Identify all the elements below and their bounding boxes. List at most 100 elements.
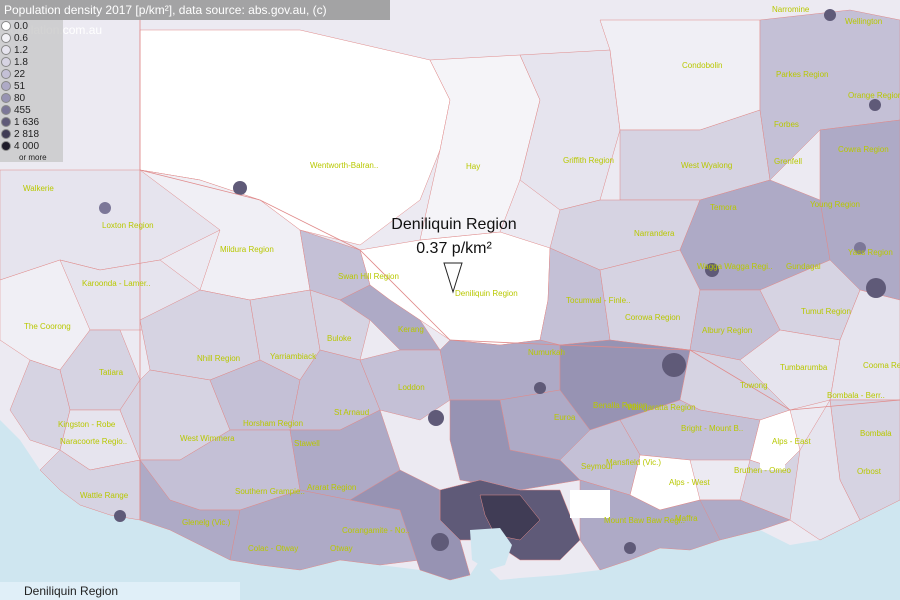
- map-legend: 0.0 0.6 1.2 1.8 22 51 80 455 1 636 2 818…: [0, 20, 63, 162]
- legend-label: 0.0: [14, 20, 28, 32]
- legend-label: 22: [14, 68, 26, 80]
- tooltip-density-value: 0.37 p/km²: [416, 240, 492, 257]
- legend-label: 51: [14, 80, 26, 92]
- region-label: Yarriambiack: [270, 352, 317, 361]
- legend-item: 51: [1, 80, 25, 92]
- region-label: Towong: [740, 381, 768, 390]
- region-label: Ararat Region: [307, 483, 357, 492]
- region-label: Buloke: [327, 334, 352, 343]
- region-label: Wangaratta Region: [627, 403, 696, 412]
- region-condobolin[interactable]: [599, 19, 761, 131]
- mount-gambier-area: [114, 510, 126, 522]
- region-label: Mansfield (Vic.): [606, 458, 661, 467]
- region-label: Alps - East: [772, 437, 811, 446]
- geelong-area: [431, 533, 449, 551]
- shepparton-area: [662, 353, 686, 377]
- legend-swatch: [1, 45, 11, 55]
- region-label: West Wimmera: [180, 434, 235, 443]
- traralgon-area: [624, 542, 636, 554]
- region-label: Young Region: [810, 200, 860, 209]
- region-label: Maffra: [675, 514, 698, 523]
- region-label: Wentworth-Balran..: [310, 161, 379, 170]
- legend-item: 0.0: [1, 20, 28, 32]
- echuca-area: [534, 382, 546, 394]
- region-label: Naracoorte Regio..: [60, 437, 128, 446]
- region-label: Wagga Wagga Regi..: [697, 262, 773, 271]
- map-title: Population density 2017 [p/km²], data so…: [0, 0, 390, 37]
- region-label: Tumut Region: [801, 307, 851, 316]
- region-label: Narrandera: [634, 229, 675, 238]
- legend-item: 22: [1, 68, 25, 80]
- region-label: Corangamite - No..: [342, 526, 410, 535]
- region-label: Karoonda - Lamer..: [82, 279, 151, 288]
- choropleth-map[interactable]: [0, 0, 900, 600]
- legend-label: 1.2: [14, 44, 28, 56]
- region-label: Glenelg (Vic.): [182, 518, 231, 527]
- region-label: Seymour: [581, 462, 614, 471]
- region-label: Gundagai: [786, 262, 821, 271]
- tooltip-pointer-icon: [443, 262, 463, 294]
- legend-item: 1.2: [1, 44, 28, 56]
- legend-label: 80: [14, 92, 26, 104]
- region-label: Tocumwal - Finle..: [566, 296, 631, 305]
- region-label: Kingston - Robe: [58, 420, 116, 429]
- region-label: Stawell: [294, 439, 320, 448]
- region-label: Yass Region: [848, 248, 893, 257]
- region-label: Bombala: [860, 429, 892, 438]
- legend-more-label: or more: [19, 153, 47, 162]
- legend-item: 455: [1, 104, 31, 116]
- region-label: Condobolin: [682, 61, 723, 70]
- legend-label: 4 000: [14, 140, 40, 152]
- legend-swatch: [1, 57, 11, 67]
- legend-swatch: [1, 33, 11, 43]
- region-label: Bright - Mount B..: [681, 424, 744, 433]
- region-label: Grenfell: [774, 157, 803, 166]
- legend-label: 1.8: [14, 56, 28, 68]
- region-label: The Coorong: [24, 322, 71, 331]
- orange-area: [869, 99, 881, 111]
- legend-label: 455: [14, 104, 31, 116]
- region-label: Bombala - Berr..: [827, 391, 885, 400]
- region-label: Parkes Region: [776, 70, 829, 79]
- region-label: Alps - West: [669, 478, 710, 487]
- region-label: Orbost: [857, 467, 882, 476]
- legend-label: 0.6: [14, 32, 28, 44]
- canberra-area: [866, 278, 886, 298]
- region-label: Deniliquin Region: [455, 289, 518, 298]
- region-label: Griffith Region: [563, 156, 614, 165]
- region-label: Mildura Region: [220, 245, 274, 254]
- legend-swatch: [1, 21, 11, 31]
- region-label: Colac - Otway: [248, 544, 299, 553]
- renmark-area: [99, 202, 111, 214]
- legend-swatch: [1, 81, 11, 91]
- white-patch: [570, 490, 610, 518]
- dubbo-area: [824, 9, 836, 21]
- region-label: Mount Baw Baw Regi..: [604, 516, 685, 525]
- legend-swatch: [1, 93, 11, 103]
- region-label: Otway: [330, 544, 353, 553]
- region-label: Walkerie: [23, 184, 54, 193]
- region-label: West Wyalong: [681, 161, 733, 170]
- legend-item: 4 000: [1, 140, 39, 152]
- region-label: Cowra Region: [838, 145, 889, 154]
- region-label: Albury Region: [702, 326, 753, 335]
- bendigo-area: [428, 410, 444, 426]
- legend-swatch: [1, 117, 11, 127]
- legend-swatch: [1, 141, 11, 151]
- region-label: Cooma Region: [863, 361, 900, 370]
- region-label: Swan Hill Region: [338, 272, 399, 281]
- region-label: Kerang: [398, 325, 424, 334]
- tooltip-region-name: Deniliquin Region: [391, 216, 517, 233]
- region-label: Euroa: [554, 413, 576, 422]
- legend-label: 2 818: [14, 128, 40, 140]
- legend-item: 1.8: [1, 56, 28, 68]
- region-label: Tumbarumba: [780, 363, 828, 372]
- region-label: Loddon: [398, 383, 425, 392]
- region-label: Temora: [710, 203, 737, 212]
- mildura-city-area: [233, 181, 247, 195]
- region-label: Horsham Region: [243, 419, 304, 428]
- legend-swatch: [1, 105, 11, 115]
- region-label: Orange Region: [848, 91, 900, 100]
- region-label: Corowa Region: [625, 313, 681, 322]
- selected-region-status: Deniliquin Region: [0, 582, 240, 600]
